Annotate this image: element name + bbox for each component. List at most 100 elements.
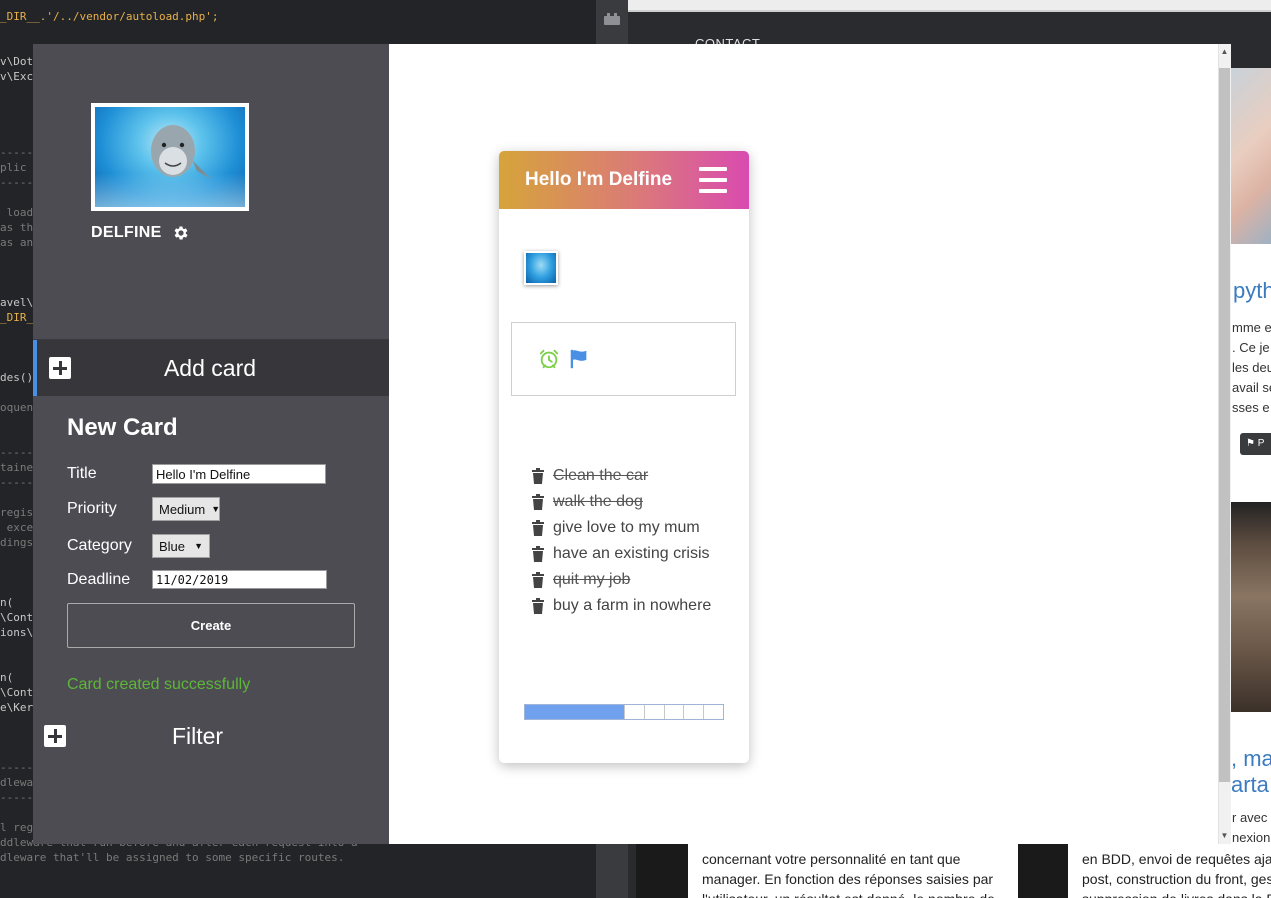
site-tag-label: P — [1257, 438, 1265, 449]
title-input[interactable] — [152, 464, 326, 484]
progress-segment — [703, 705, 723, 719]
plugin-icon[interactable] — [602, 12, 622, 28]
card-icon-box — [511, 322, 736, 396]
todo-item[interactable]: give love to my mum — [531, 515, 711, 541]
code-line: exce — [0, 521, 34, 534]
todo-card: Hello I'm Delfine Clean the car walk the … — [499, 151, 749, 763]
todo-item[interactable]: buy a farm in nowhere — [531, 593, 711, 619]
code-line: as th — [0, 221, 34, 234]
deadline-row: Deadline — [67, 570, 327, 589]
scrollbar-thumb[interactable] — [1219, 68, 1230, 782]
todo-text[interactable]: give love to my mum — [553, 519, 700, 537]
todo-item[interactable]: have an existing crisis — [531, 541, 711, 567]
progress-segment — [663, 705, 684, 719]
card-avatar — [524, 251, 558, 285]
code-line: dings — [0, 536, 34, 549]
todo-list: Clean the car walk the dog give love to my… — [531, 463, 711, 619]
trash-icon[interactable] — [531, 572, 545, 588]
code-line: avel\ — [0, 296, 34, 309]
priority-label: Priority — [67, 500, 117, 517]
deadline-input[interactable] — [152, 570, 327, 589]
flag-icon[interactable] — [568, 348, 590, 370]
code-line: regis — [0, 506, 34, 519]
priority-value: Medium — [159, 501, 206, 517]
username: DELFINE — [91, 224, 162, 241]
deadline-label: Deadline — [67, 570, 131, 588]
site-band — [636, 843, 688, 898]
code-line: e\Ker — [0, 701, 34, 714]
trash-icon[interactable] — [531, 520, 545, 536]
code-line: as an — [0, 236, 34, 249]
code-line: l reg — [0, 821, 34, 834]
code-line: ----- — [0, 791, 34, 804]
site-bottom-text: concernant votre personnalité en tant qu… — [688, 843, 1018, 898]
hamburger-menu-icon[interactable] — [699, 167, 727, 193]
sidebar: DELFINE Add card New Card Title Priority… — [33, 44, 389, 844]
scroll-down-arrow-icon[interactable]: ▼ — [1218, 829, 1231, 843]
todo-item[interactable]: Clean the car — [531, 463, 711, 489]
dropdown-arrow-icon: ▼ — [194, 541, 203, 551]
todo-text[interactable]: quit my job — [553, 571, 630, 589]
todo-text[interactable]: Clean the car — [553, 467, 648, 485]
code-line: ----- — [0, 761, 34, 774]
profile-panel: DELFINE — [33, 44, 389, 340]
alarm-clock-icon[interactable] — [538, 348, 560, 370]
priority-select[interactable]: Medium ▼ — [152, 497, 220, 521]
site-image-library — [1231, 502, 1271, 712]
scroll-up-arrow-icon[interactable]: ▲ — [1218, 45, 1231, 59]
category-value: Blue — [159, 538, 186, 554]
plus-square-icon[interactable] — [44, 725, 66, 747]
site-gap — [1018, 843, 1068, 898]
code-line: des() — [0, 371, 34, 384]
site-heading[interactable]: pyth — [1233, 278, 1271, 304]
add-card-title: Add card — [163, 354, 257, 381]
code-line: ----- — [0, 146, 34, 159]
success-message: Card created successfully — [67, 676, 251, 693]
priority-row: Priority Medium ▼ — [67, 497, 220, 521]
todo-text[interactable]: have an existing crisis — [553, 545, 710, 563]
todo-item[interactable]: quit my job — [531, 567, 711, 593]
code-line: oquen — [0, 401, 34, 414]
card-title: Hello I'm Delfine — [525, 169, 673, 190]
create-button[interactable]: Create — [67, 603, 355, 648]
avatar — [91, 103, 249, 211]
username-row: DELFINE — [91, 224, 190, 242]
filter-header[interactable]: Filter — [33, 708, 389, 764]
screen: _DIR__.'/../vendor/autoload.php'; v\Dot v\… — [0, 0, 1271, 898]
site-bottom-text-2: en BDD, envoi de requêtes aja post, cons… — [1068, 843, 1271, 898]
code-line: ----- — [0, 176, 34, 189]
trash-icon[interactable] — [531, 546, 545, 562]
gear-icon[interactable] — [172, 224, 190, 242]
trash-icon[interactable] — [531, 598, 545, 614]
trash-icon[interactable] — [531, 494, 545, 510]
category-row: Category Blue ▼ — [67, 534, 210, 558]
form-heading: New Card — [67, 414, 178, 441]
todo-text[interactable]: walk the dog — [553, 493, 643, 511]
code-line: load — [0, 206, 34, 219]
site-tag[interactable]: ⚑ P — [1240, 433, 1271, 455]
dropdown-arrow-icon: ▼ — [211, 504, 221, 514]
todo-text[interactable]: buy a farm in nowhere — [553, 597, 711, 615]
todo-item[interactable]: walk the dog — [531, 489, 711, 515]
background-site-column: pyth mme e . Ce je les deu avail se sses… — [1231, 68, 1271, 898]
progress-bar — [524, 704, 724, 720]
code-line: dleware that'll be assigned to some spec… — [0, 851, 345, 864]
progress-fill — [525, 705, 624, 719]
site-paragraph-2: r avec nexion — [1232, 810, 1271, 845]
plus-square-icon[interactable] — [49, 357, 71, 379]
code-line: taine — [0, 461, 34, 474]
code-line: ions\ — [0, 626, 34, 639]
code-line: ----- — [0, 446, 34, 459]
add-card-header[interactable]: Add card — [33, 340, 389, 396]
code-line: n( — [0, 596, 14, 609]
site-heading-2[interactable]: , ma arta — [1231, 746, 1271, 798]
category-label: Category — [67, 537, 132, 554]
code-line: v\Dot — [0, 55, 34, 68]
progress-segment — [624, 705, 644, 719]
code-line: dlewa — [0, 776, 34, 789]
code-line: v\Exc — [0, 70, 34, 83]
category-select[interactable]: Blue ▼ — [152, 534, 210, 558]
trash-icon[interactable] — [531, 468, 545, 484]
card-header: Hello I'm Delfine — [499, 151, 749, 209]
code-line: _DIR_ — [0, 311, 34, 324]
